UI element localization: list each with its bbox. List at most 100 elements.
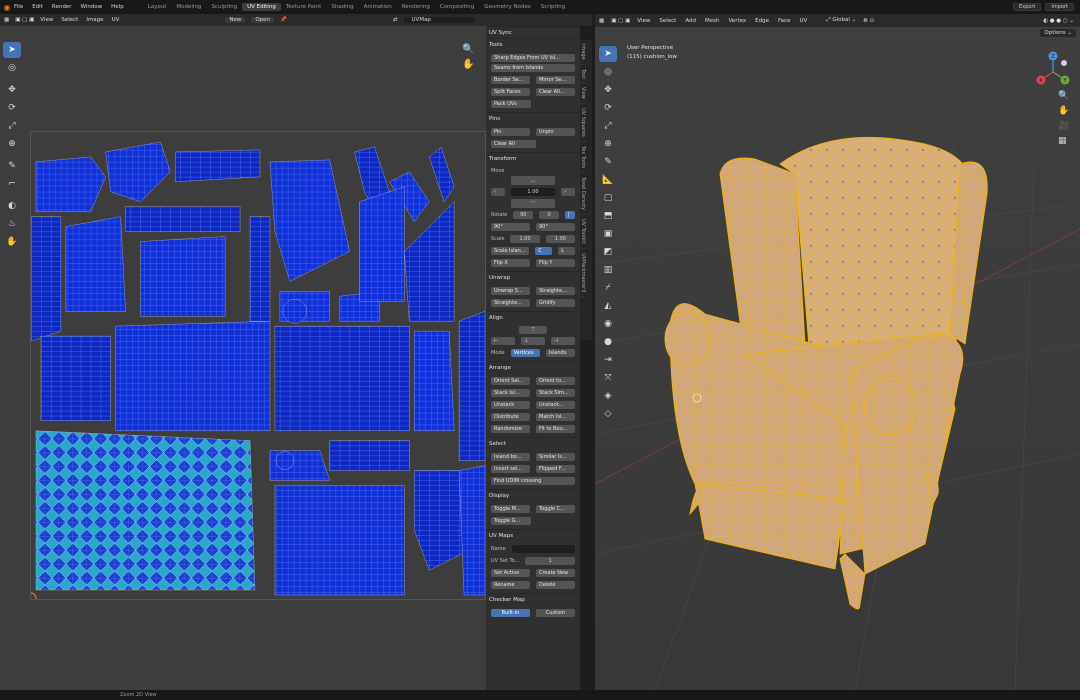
new-image-button[interactable]: New (225, 17, 246, 23)
sidebar-tab-texel-density[interactable]: Texel Density (580, 173, 586, 216)
uv-menu-uv[interactable]: UV (112, 17, 120, 23)
unwrap-section-header[interactable]: Unwrap (486, 271, 580, 283)
randomize-button[interactable]: Randomize (491, 425, 530, 433)
vp-inset-tool-icon[interactable]: ▣ (599, 226, 617, 242)
open-image-button[interactable]: Open (251, 17, 275, 23)
flipped-faces-button[interactable]: Flipped F... (536, 465, 575, 473)
unwrap-selected-button[interactable]: Unwrap S... (491, 287, 530, 295)
uv-maps-section-header[interactable]: UV Maps (486, 529, 580, 541)
vp-pan-icon[interactable]: ✋ (1058, 104, 1069, 119)
viewport-menu-view[interactable]: View (637, 18, 650, 24)
tab-geometry-nodes[interactable]: Geometry Nodes (479, 3, 535, 11)
sidebar-tab-uv-toolkit[interactable]: UV Toolkit (580, 215, 586, 249)
flip-x-button[interactable]: Flip X (491, 259, 530, 267)
border-seam-button[interactable]: Border Se... (491, 76, 530, 84)
sidebar-tab-uv-squares[interactable]: UV Squares (580, 104, 586, 143)
menu-file[interactable]: File (14, 4, 23, 10)
vp-rip-tool-icon[interactable]: ◇ (599, 406, 617, 422)
rotate-ccw-button[interactable]: 90° (491, 223, 530, 231)
vp-edge-slide-tool-icon[interactable]: ⇥ (599, 352, 617, 368)
vp-move-tool-icon[interactable]: ✥ (599, 82, 617, 98)
rotate-value[interactable]: 90 (513, 211, 534, 219)
stack-similar-button[interactable]: Stack Sim... (536, 389, 575, 397)
viewport-menu-vertex[interactable]: Vertex (728, 18, 746, 24)
invert-selection-button[interactable]: Invert sel... (491, 465, 530, 473)
sidebar-tab-view[interactable]: View (580, 83, 586, 105)
blender-logo-icon[interactable]: ◉ (0, 3, 14, 12)
zoom-icon[interactable]: 🔍 (462, 44, 474, 55)
navigation-gizmo-icon[interactable]: Z Y X (1033, 50, 1073, 92)
scale-x-field[interactable]: 1.00 (510, 235, 540, 243)
select-section-header[interactable]: Select (486, 437, 580, 449)
move-tool-icon[interactable]: ✥ (3, 82, 21, 98)
move-left-arrow[interactable]: ‹ (491, 188, 505, 196)
vp-transform-tool-icon[interactable]: ⊕ (599, 136, 617, 152)
align-right-icon[interactable]: ⊣ (551, 337, 575, 345)
unstack-button[interactable]: Unstack (491, 401, 530, 409)
uv-name-input[interactable] (511, 545, 575, 553)
rename-button[interactable]: Rename (491, 581, 530, 589)
match-islands-button[interactable]: Match Isl... (536, 413, 575, 421)
pin-icon[interactable]: 📌 (280, 17, 287, 23)
checker-map-section-header[interactable]: Checker Map (486, 593, 580, 605)
import-button[interactable]: Import (1045, 3, 1074, 11)
vp-spin-tool-icon[interactable]: ◉ (599, 316, 617, 332)
toggle-m-button[interactable]: Toggle M... (491, 505, 530, 513)
move-right-arrow[interactable]: › (561, 188, 575, 196)
align-left-icon[interactable]: ⊢ (491, 337, 515, 345)
delete-button[interactable]: Delete (536, 581, 575, 589)
uv-menu-select[interactable]: Select (61, 17, 78, 23)
mode-vertices-button[interactable]: Vertices (510, 349, 540, 357)
grab-tool-icon[interactable]: ◐ (3, 198, 21, 214)
vp-add-cube-tool-icon[interactable]: ▢ (599, 190, 617, 206)
mode-islands-button[interactable]: Islands (545, 349, 575, 357)
vp-polybuild-tool-icon[interactable]: ◭ (599, 298, 617, 314)
clear-all-seams-button[interactable]: Clear All... (536, 88, 575, 96)
vp-extrude-tool-icon[interactable]: ⬒ (599, 208, 617, 224)
sync-icon[interactable]: ⇄ (393, 17, 398, 23)
tab-compositing[interactable]: Compositing (435, 3, 479, 11)
uv-island-layout[interactable] (30, 131, 486, 600)
viewport-select-modes-icon[interactable]: ▣ ▢ ▣ (611, 18, 630, 24)
toggle-c-button[interactable]: Toggle C... (536, 505, 575, 513)
annotate-tool-icon[interactable]: ✎ (3, 158, 21, 174)
vp-scale-tool-icon[interactable]: ⤢ (599, 118, 617, 134)
similar-islands-button[interactable]: Similar Is... (536, 453, 575, 461)
checker-builtin-button[interactable]: Built-in (491, 609, 530, 617)
vp-camera-icon[interactable]: 🎥 (1058, 119, 1069, 134)
vp-shear-tool-icon[interactable]: ◈ (599, 388, 617, 404)
rotate-zero[interactable]: 0 (539, 211, 559, 219)
pin-button[interactable]: Pin (491, 128, 530, 136)
pan-hand-icon[interactable]: ✋ (462, 59, 474, 70)
scale-local-toggle[interactable]: L (558, 247, 575, 255)
transform-section-header[interactable]: Transform (486, 152, 580, 164)
3d-viewport[interactable]: ▦ ▣ ▢ ▣ View Select Add Mesh Vertex Edge Face U… (595, 14, 1080, 690)
uv-menu-image[interactable]: Image (86, 17, 103, 23)
vp-knife-tool-icon[interactable]: ⌿ (599, 280, 617, 296)
align-section-header[interactable]: Align (486, 311, 580, 323)
tab-modeling[interactable]: Modeling (171, 3, 206, 11)
viewport-menu-select[interactable]: Select (659, 18, 676, 24)
uv-sync-header[interactable]: UV Sync (486, 26, 580, 38)
scale-y-field[interactable]: 1.00 (545, 235, 576, 243)
transform-tool-icon[interactable]: ⊕ (3, 136, 21, 152)
uvmap-selector[interactable]: UVMap (403, 17, 474, 23)
tab-rendering[interactable]: Rendering (397, 3, 435, 11)
tab-sculpting[interactable]: Sculpting (206, 3, 242, 11)
viewport-menu-mesh[interactable]: Mesh (705, 18, 719, 24)
select-mode-icons[interactable]: ▣ ▢ ▣ (15, 17, 34, 23)
select-tool-icon[interactable]: ➤ (3, 42, 21, 58)
export-button[interactable]: Export (1013, 3, 1042, 11)
unpin-button[interactable]: Unpin (536, 128, 575, 136)
vp-ortho-icon[interactable]: ▦ (1058, 134, 1069, 149)
seams-from-islands-button[interactable]: Seams from Islands (491, 64, 575, 72)
transform-orientation-dropdown[interactable]: ⤢ Global ⌄ (826, 17, 856, 24)
vp-cursor-tool-icon[interactable]: ◎ (599, 64, 617, 80)
vp-zoom-icon[interactable]: 🔍 (1058, 89, 1069, 104)
island-borders-button[interactable]: Island bo... (491, 453, 530, 461)
rotate-tool-icon[interactable]: ⟳ (3, 100, 21, 116)
vp-bevel-tool-icon[interactable]: ◩ (599, 244, 617, 260)
pack-uvs-button[interactable]: Pack UVs (491, 100, 531, 108)
split-faces-button[interactable]: Split Faces (491, 88, 530, 96)
relax-tool-icon[interactable]: ♨ (3, 216, 21, 232)
